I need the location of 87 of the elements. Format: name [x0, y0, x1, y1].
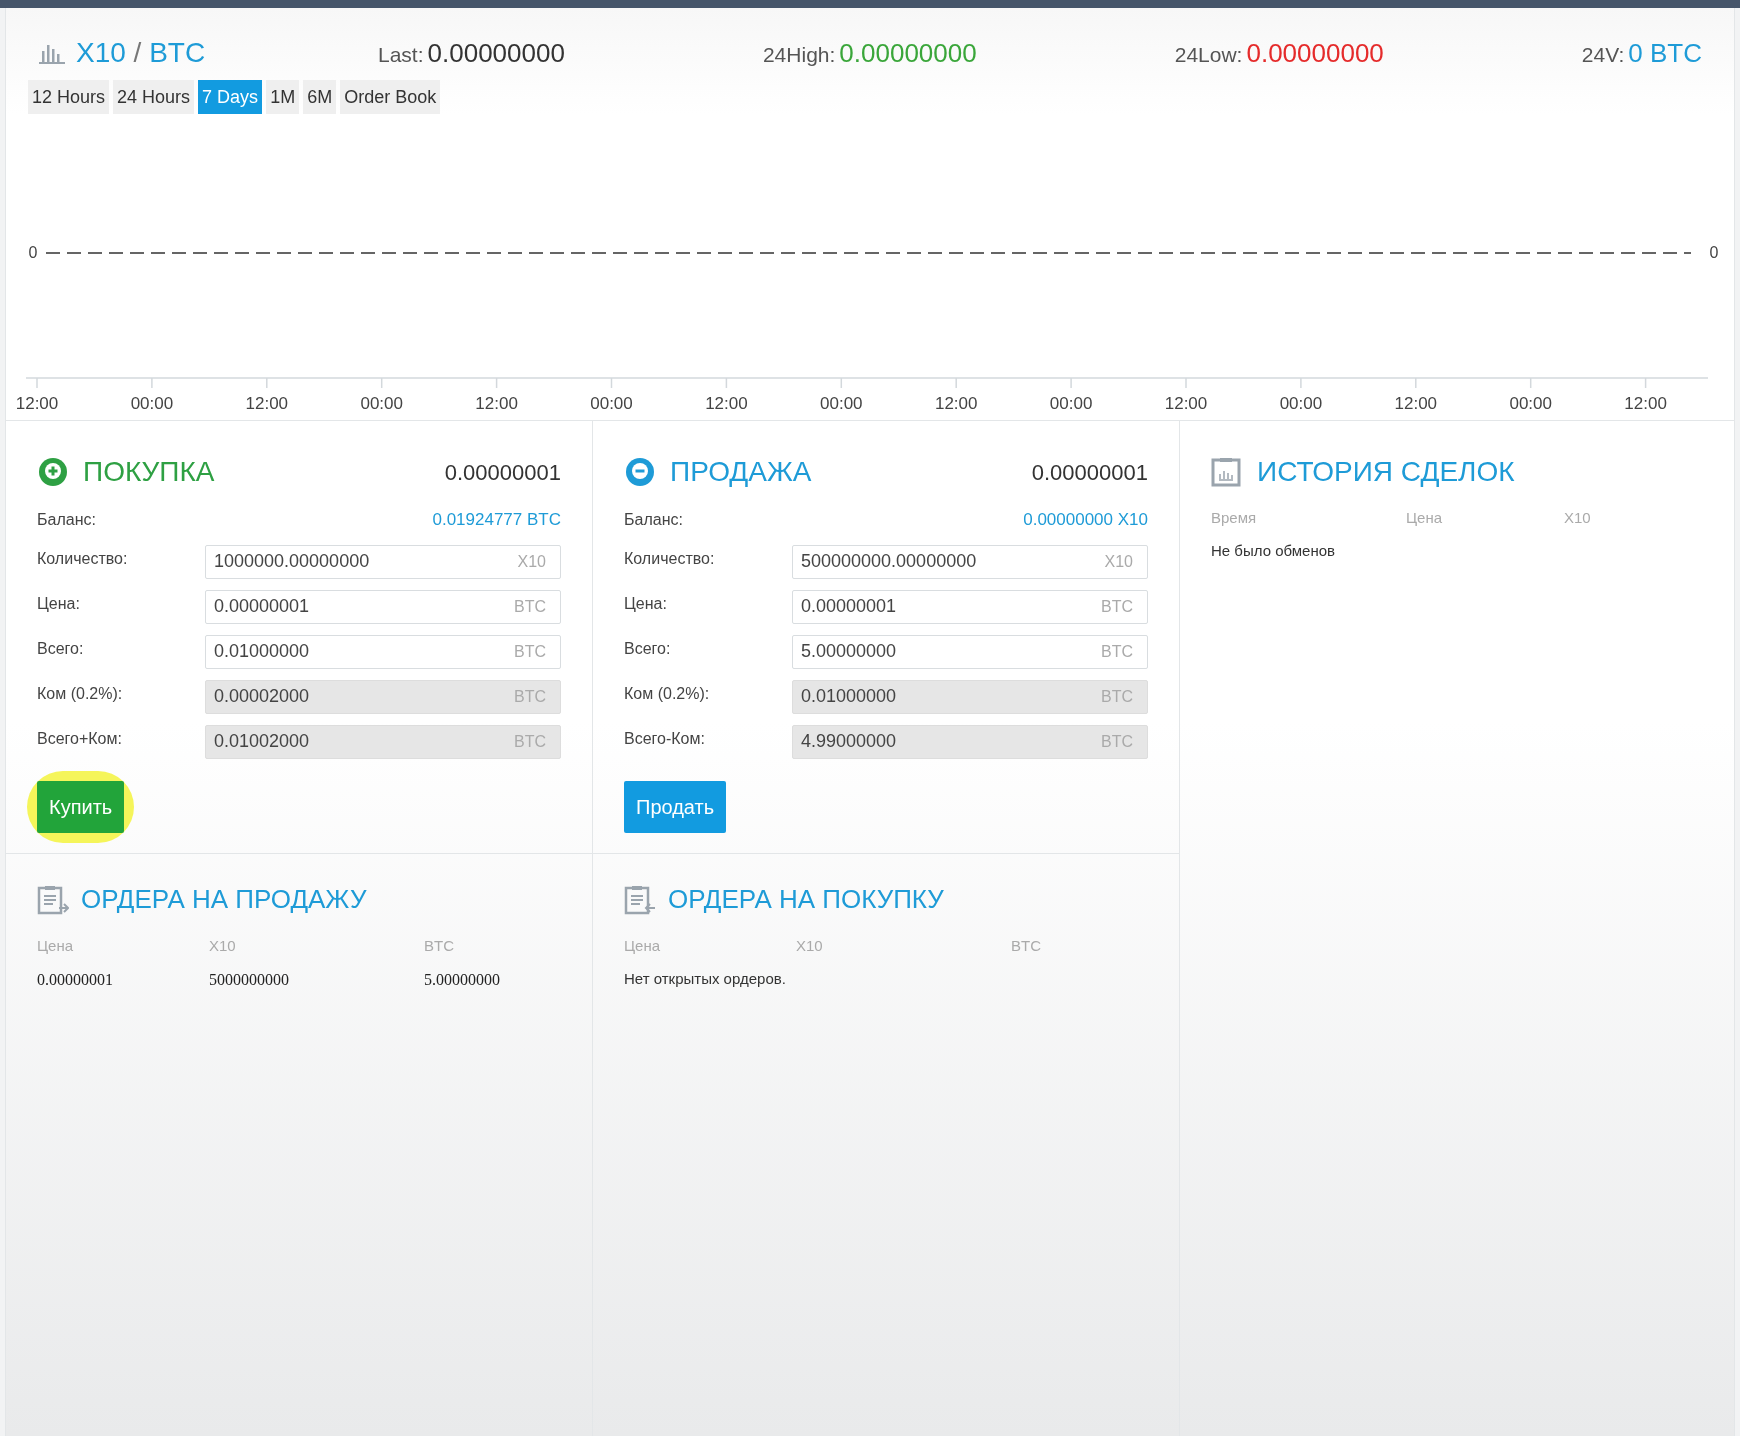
field-label: Всего:	[624, 638, 672, 659]
stat-value: 0.00000000	[1246, 36, 1384, 70]
balance-value: 0.01924777 BTC	[432, 509, 561, 531]
x-tick-label: 00:00	[360, 394, 403, 413]
stat-label: Last:	[378, 41, 424, 68]
unit-label: BTC	[514, 731, 547, 752]
x-tick-label: 12:00	[245, 394, 289, 413]
balance-label: Баланс:	[37, 509, 96, 530]
panel-title: ПРОДАЖА	[670, 455, 812, 489]
balance-label: Баланс:	[624, 509, 683, 530]
table-cell-text: 5.00000000	[424, 969, 501, 990]
plus-circle-icon	[37, 456, 69, 488]
price-value: 0.00000001	[444, 458, 561, 487]
market-pair: X10 / BTC	[76, 36, 206, 70]
stat-value: 0 BTC	[1628, 36, 1702, 70]
column-header: Цена	[624, 936, 662, 956]
amount-field[interactable]: 0.01000000 BTC	[205, 634, 561, 669]
minus-circle-icon	[624, 456, 656, 488]
column-header: BTC	[1011, 936, 1042, 956]
column-header: Время	[1211, 508, 1258, 528]
range-tab[interactable]: Order Book	[340, 80, 441, 114]
stat-value: 0.00000000	[427, 36, 565, 70]
amount-field[interactable]: 0.00000001 BTC	[792, 589, 1148, 624]
unit-label: BTC	[514, 596, 547, 617]
stat-value: 0.00000000	[839, 36, 977, 70]
section-title: ОРДЕРА НА ПРОДАЖУ	[81, 883, 367, 916]
range-tab[interactable]: 1M	[266, 80, 300, 114]
x-tick-label: 00:00	[590, 394, 633, 413]
unit-label: BTC	[514, 641, 547, 662]
x-tick-label: 12:00	[15, 394, 59, 413]
unit-label: BTC	[1101, 641, 1134, 662]
y-axis-label: 0	[28, 244, 38, 261]
clipboard-arrow-in-icon	[624, 884, 656, 915]
empty-message: Не было обменов	[1211, 540, 1336, 561]
x-tick-label: 00:00	[1279, 394, 1323, 413]
x-tick-label: 12:00	[475, 394, 518, 413]
x-tick-label: 12:00	[1164, 394, 1208, 413]
x-tick-label: 12:00	[1394, 394, 1438, 413]
x-tick-label: 00:00	[1509, 394, 1552, 413]
unit-label: X10	[1104, 551, 1134, 572]
range-tab[interactable]: 12 Hours	[28, 80, 110, 114]
unit-label: BTC	[514, 686, 547, 707]
table-cell-text: 5000000000	[209, 969, 290, 990]
chart-board-icon	[1211, 457, 1241, 487]
clipboard-arrow-out-icon	[37, 884, 69, 915]
column-header: X10	[796, 936, 824, 956]
stat-label: 24V:	[1581, 41, 1625, 68]
field-label: Всего:	[37, 638, 85, 659]
amount-field[interactable]: 500000000.00000000 X10	[792, 544, 1148, 579]
column-header: BTC	[424, 936, 455, 956]
section-title: ИСТОРИЯ СДЕЛОК	[1257, 455, 1515, 489]
amount-field[interactable]: 0.00000001 BTC	[205, 589, 561, 624]
section-title: ОРДЕРА НА ПОКУПКУ	[668, 883, 944, 916]
field-label: Количество:	[37, 548, 129, 569]
unit-label: BTC	[1101, 596, 1134, 617]
unit-label: BTC	[1101, 686, 1134, 707]
panel-title: ПОКУПКА	[83, 455, 215, 489]
field-label: Количество:	[624, 548, 716, 569]
x-tick-label: 00:00	[1049, 394, 1093, 413]
balance-value: 0.00000000 X10	[1023, 509, 1148, 531]
y-axis-label: 0	[1709, 244, 1719, 261]
amount-field[interactable]: 5.00000000 BTC	[792, 634, 1148, 669]
x-tick-label: 12:00	[1624, 394, 1667, 413]
x-tick-label: 12:00	[934, 394, 978, 413]
column-header: X10	[209, 936, 237, 956]
column-header: Цена	[1406, 508, 1444, 528]
table-cell-text: 0.00000001	[37, 969, 114, 990]
column-header: Цена	[37, 936, 75, 956]
field-label: Цена:	[37, 593, 81, 614]
field-label: Ком (0.2%):	[37, 683, 124, 704]
field-label: Всего-Ком:	[624, 728, 706, 749]
field-label: Ком (0.2%):	[624, 683, 711, 704]
x-tick-label: 00:00	[820, 394, 863, 413]
stat-label: 24Low:	[1174, 41, 1243, 68]
price-value: 0.00000001	[1031, 458, 1148, 487]
amount-field[interactable]: 1000000.00000000 X10	[205, 544, 561, 579]
field-label: Цена:	[624, 593, 668, 614]
stat-label: 24High:	[762, 41, 836, 68]
unit-label: BTC	[1101, 731, 1134, 752]
unit-label: X10	[517, 551, 547, 572]
range-tab[interactable]: 6M	[303, 80, 337, 114]
column-header: X10	[1564, 508, 1592, 528]
x-tick-label: 12:00	[705, 394, 748, 413]
range-tab[interactable]: 24 Hours	[113, 80, 195, 114]
field-label: Всего+Ком:	[37, 728, 123, 749]
empty-message: Нет открытых ордеров.	[624, 968, 787, 989]
x-tick-label: 00:00	[130, 394, 174, 413]
